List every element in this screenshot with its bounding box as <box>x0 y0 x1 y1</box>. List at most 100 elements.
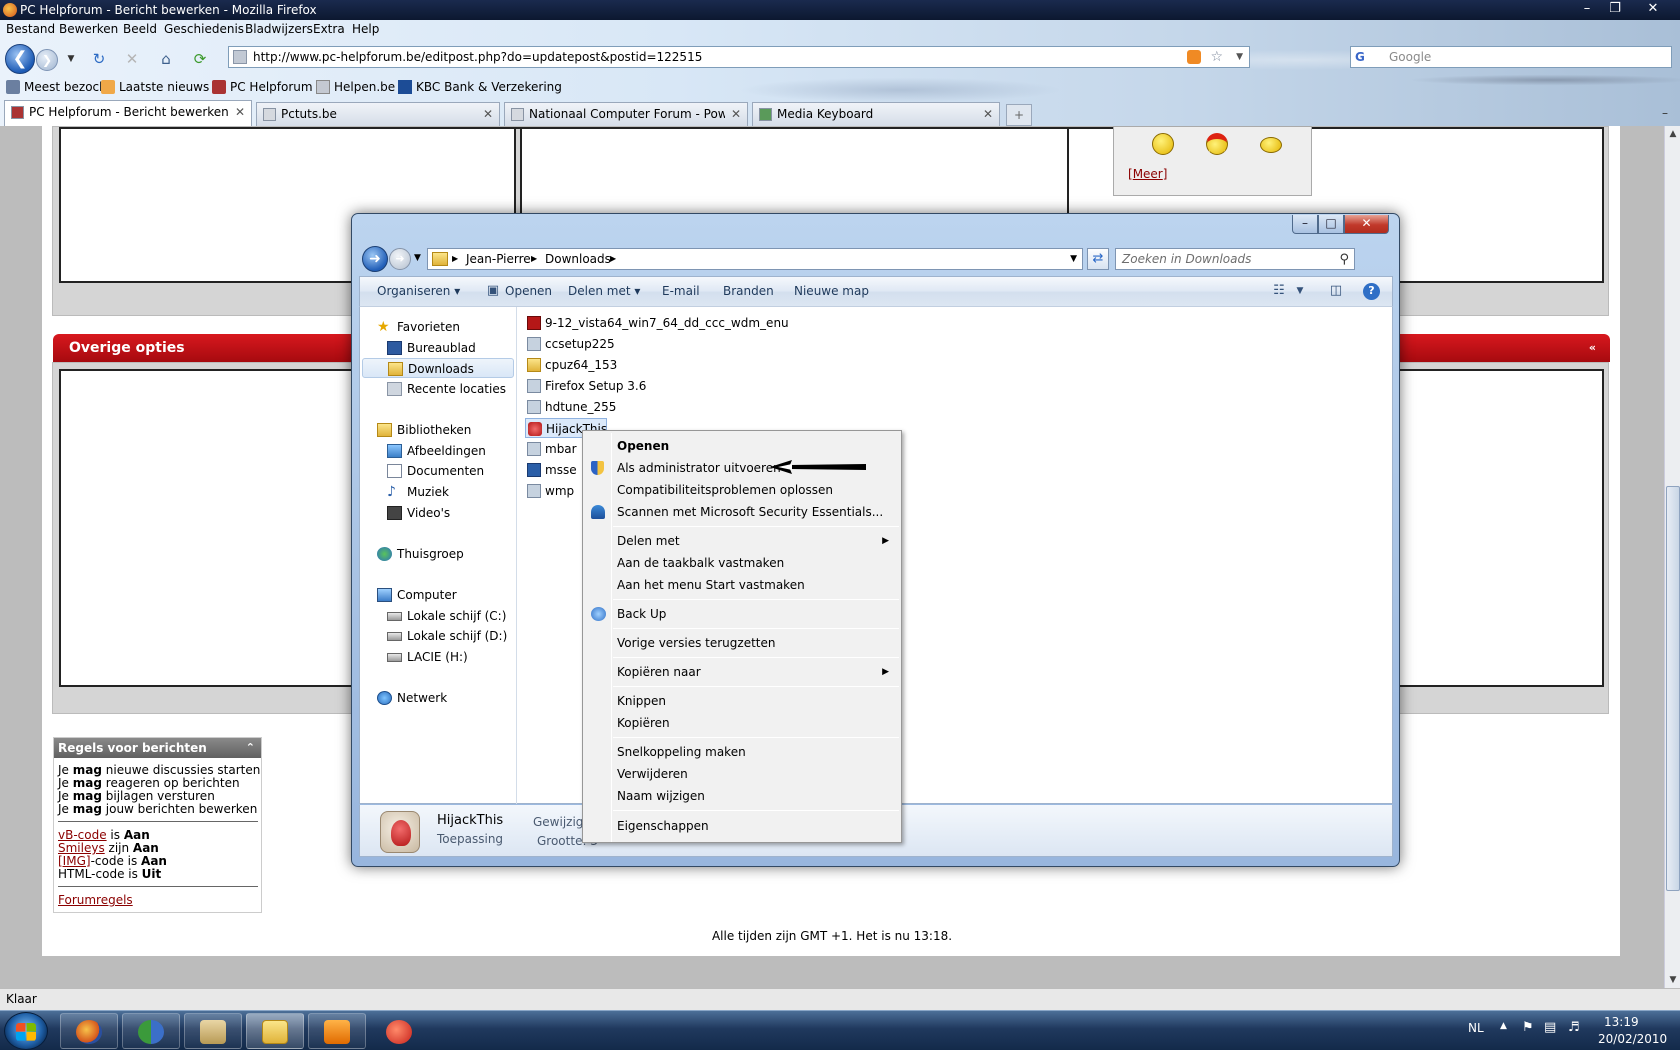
smiley-santa-icon[interactable] <box>1206 133 1228 155</box>
refresh-button[interactable]: ⇄ <box>1087 248 1109 270</box>
menu-bladwijzers[interactable]: Bladwijzers <box>245 22 313 36</box>
bookmark-helpen[interactable]: Helpen.be <box>316 79 395 95</box>
recent-pages-dropdown-icon[interactable]: ▼ <box>414 253 421 263</box>
menu-bestand[interactable]: Bestand <box>6 22 55 36</box>
file-item[interactable]: 9-12_vista64_win7_64_dd_ccc_wdm_enu <box>525 313 789 333</box>
network-status-icon[interactable]: ▤ <box>1544 1020 1556 1035</box>
clock-time[interactable]: 13:19 <box>1604 1015 1639 1029</box>
forward-button[interactable]: ❯ <box>36 49 58 71</box>
chevron-right-icon[interactable]: ▶ <box>531 249 537 269</box>
nav-documenten[interactable]: Documenten <box>387 461 507 481</box>
file-item[interactable]: wmp <box>525 481 574 501</box>
nav-netwerk[interactable]: Netwerk <box>377 688 507 708</box>
google-icon[interactable]: G <box>1355 50 1369 64</box>
tab-nationaal-computer-forum[interactable]: Nationaal Computer Forum - Powe... ✕ <box>504 102 748 126</box>
menu-item-copy-to[interactable]: Kopiëren naar ▶ <box>585 661 899 683</box>
scroll-up-icon[interactable]: ▲ <box>1665 126 1680 142</box>
view-options-icon[interactable]: ☷ <box>1270 283 1288 299</box>
menu-item-previous-versions[interactable]: Vorige versies terugzetten <box>585 632 899 654</box>
vb-code-link[interactable]: vB-code <box>58 828 107 842</box>
back-button[interactable]: ❮ <box>5 44 35 74</box>
menu-item-compatibility[interactable]: Compatibiliteitsproblemen oplossen <box>585 479 899 501</box>
menu-extra[interactable]: Extra <box>313 22 345 36</box>
reload-icon[interactable]: ↻ <box>90 50 108 68</box>
back-button[interactable]: ➜ <box>362 246 388 272</box>
menu-item-pin-taskbar[interactable]: Aan de taakbalk vastmaken <box>585 552 899 574</box>
stop-icon[interactable]: ✕ <box>123 50 141 68</box>
volume-icon[interactable]: ♬ <box>1568 1020 1580 1035</box>
breadcrumb-jean-pierre[interactable]: Jean-Pierre <box>466 249 531 269</box>
file-item[interactable]: mbar <box>525 439 577 459</box>
tab-list-icon[interactable]: – <box>1662 106 1668 120</box>
menu-item-rename[interactable]: Naam wijzigen <box>585 785 899 807</box>
file-item[interactable]: msse <box>525 460 577 480</box>
menu-item-create-shortcut[interactable]: Snelkoppeling maken <box>585 741 899 763</box>
taskbar-app[interactable] <box>370 1013 428 1049</box>
scroll-down-icon[interactable]: ▼ <box>1665 972 1680 988</box>
file-item[interactable]: cpuz64_153 <box>525 355 617 375</box>
nav-thuisgroep[interactable]: Thuisgroep <box>377 544 507 564</box>
nav-favorieten[interactable]: ★ Favorieten <box>377 317 507 337</box>
img-code-link[interactable]: [IMG] <box>58 854 91 868</box>
new-tab-button[interactable]: + <box>1006 104 1032 126</box>
nav-afbeeldingen[interactable]: Afbeeldingen <box>387 441 507 461</box>
action-center-flag-icon[interactable]: ⚑ <box>1522 1020 1534 1035</box>
nieuwe-map-button[interactable]: Nieuwe map <box>794 284 869 298</box>
nav-drive-h[interactable]: LACIE (H:) <box>387 647 512 667</box>
nav-drive-d[interactable]: Lokale schijf (D:) <box>387 626 512 646</box>
more-smilies-link[interactable]: [Meer] <box>1128 167 1167 181</box>
nav-bureaublad[interactable]: Bureaublad <box>387 338 507 358</box>
show-hidden-icons-icon[interactable]: ▲ <box>1500 1021 1507 1031</box>
language-indicator[interactable]: NL <box>1468 1021 1484 1035</box>
page-scrollbar[interactable]: ▲ ▼ <box>1664 126 1680 988</box>
menu-item-pin-start[interactable]: Aan het menu Start vastmaken <box>585 574 899 596</box>
bookmark-pc-helpforum[interactable]: PC Helpforum <box>212 79 313 95</box>
nav-drive-c[interactable]: Lokale schijf (C:) <box>387 606 512 626</box>
menu-bewerken[interactable]: Bewerken <box>59 22 118 36</box>
minimize-button[interactable]: – <box>1292 215 1318 234</box>
breadcrumb-downloads[interactable]: Downloads <box>545 249 611 269</box>
menu-item-delete[interactable]: Verwijderen <box>585 763 899 785</box>
smileys-link[interactable]: Smileys <box>58 841 105 855</box>
collapse-icon[interactable]: « <box>1589 334 1596 362</box>
file-item[interactable]: Firefox Setup 3.6 <box>525 376 646 396</box>
nav-videos[interactable]: Video's <box>387 503 507 523</box>
menu-item-scan-mse[interactable]: Scannen met Microsoft Security Essential… <box>585 501 899 523</box>
search-input[interactable]: G Google <box>1350 46 1672 68</box>
address-bar[interactable]: ▶ Jean-Pierre ▶ Downloads ▶ ▼ <box>427 248 1083 270</box>
url-dropdown-icon[interactable]: ▼ <box>1236 47 1243 67</box>
chevron-right-icon[interactable]: ▶ <box>610 249 616 269</box>
tab-pctuts[interactable]: Pctuts.be ✕ <box>256 102 500 126</box>
menu-item-backup[interactable]: Back Up <box>585 603 899 625</box>
nav-recente-locaties[interactable]: Recente locaties <box>387 379 507 399</box>
rss-icon[interactable] <box>1187 50 1201 64</box>
menu-item-copy[interactable]: Kopiëren <box>585 712 899 734</box>
delen-met-button[interactable]: Delen met ▾ <box>568 284 640 298</box>
view-dropdown-icon[interactable]: ▼ <box>1291 283 1309 299</box>
taskbar-media-player[interactable] <box>308 1013 366 1049</box>
tab-close-icon[interactable]: ✕ <box>731 103 741 125</box>
nav-computer[interactable]: Computer <box>377 585 507 605</box>
tab-close-icon[interactable]: ✕ <box>235 101 245 123</box>
nav-downloads[interactable]: Downloads <box>362 358 514 378</box>
tab-close-icon[interactable]: ✕ <box>983 103 993 125</box>
restore-icon[interactable]: ❐ <box>1600 0 1630 20</box>
bookmark-kbc[interactable]: KBC Bank & Verzekering <box>398 79 562 95</box>
url-bar[interactable]: http://www.pc-helpforum.be/editpost.php?… <box>228 46 1250 68</box>
openen-button[interactable]: Openen <box>505 284 552 298</box>
bookmark-laatste-nieuws[interactable]: Laatste nieuws <box>101 79 209 95</box>
home-icon[interactable]: ⌂ <box>157 50 175 68</box>
explorer-search-input[interactable]: Zoeken in Downloads ⚲ <box>1115 248 1355 270</box>
collapse-icon[interactable]: ⌃ <box>246 738 255 758</box>
search-icon[interactable]: ⚲ <box>1339 250 1349 270</box>
organiseren-button[interactable]: Organiseren ▾ <box>377 284 460 298</box>
menu-beeld[interactable]: Beeld <box>123 22 157 36</box>
help-icon[interactable]: ? <box>1363 283 1380 300</box>
forum-rules-link[interactable]: Forumregels <box>58 893 133 907</box>
close-button[interactable]: ✕ <box>1344 215 1389 234</box>
sync-icon[interactable]: ⟳ <box>191 50 209 68</box>
taskbar-firefox[interactable] <box>60 1013 118 1049</box>
smiley-viking-icon[interactable] <box>1152 133 1174 155</box>
taskbar-messenger[interactable] <box>122 1013 180 1049</box>
email-button[interactable]: E-mail <box>662 284 700 298</box>
